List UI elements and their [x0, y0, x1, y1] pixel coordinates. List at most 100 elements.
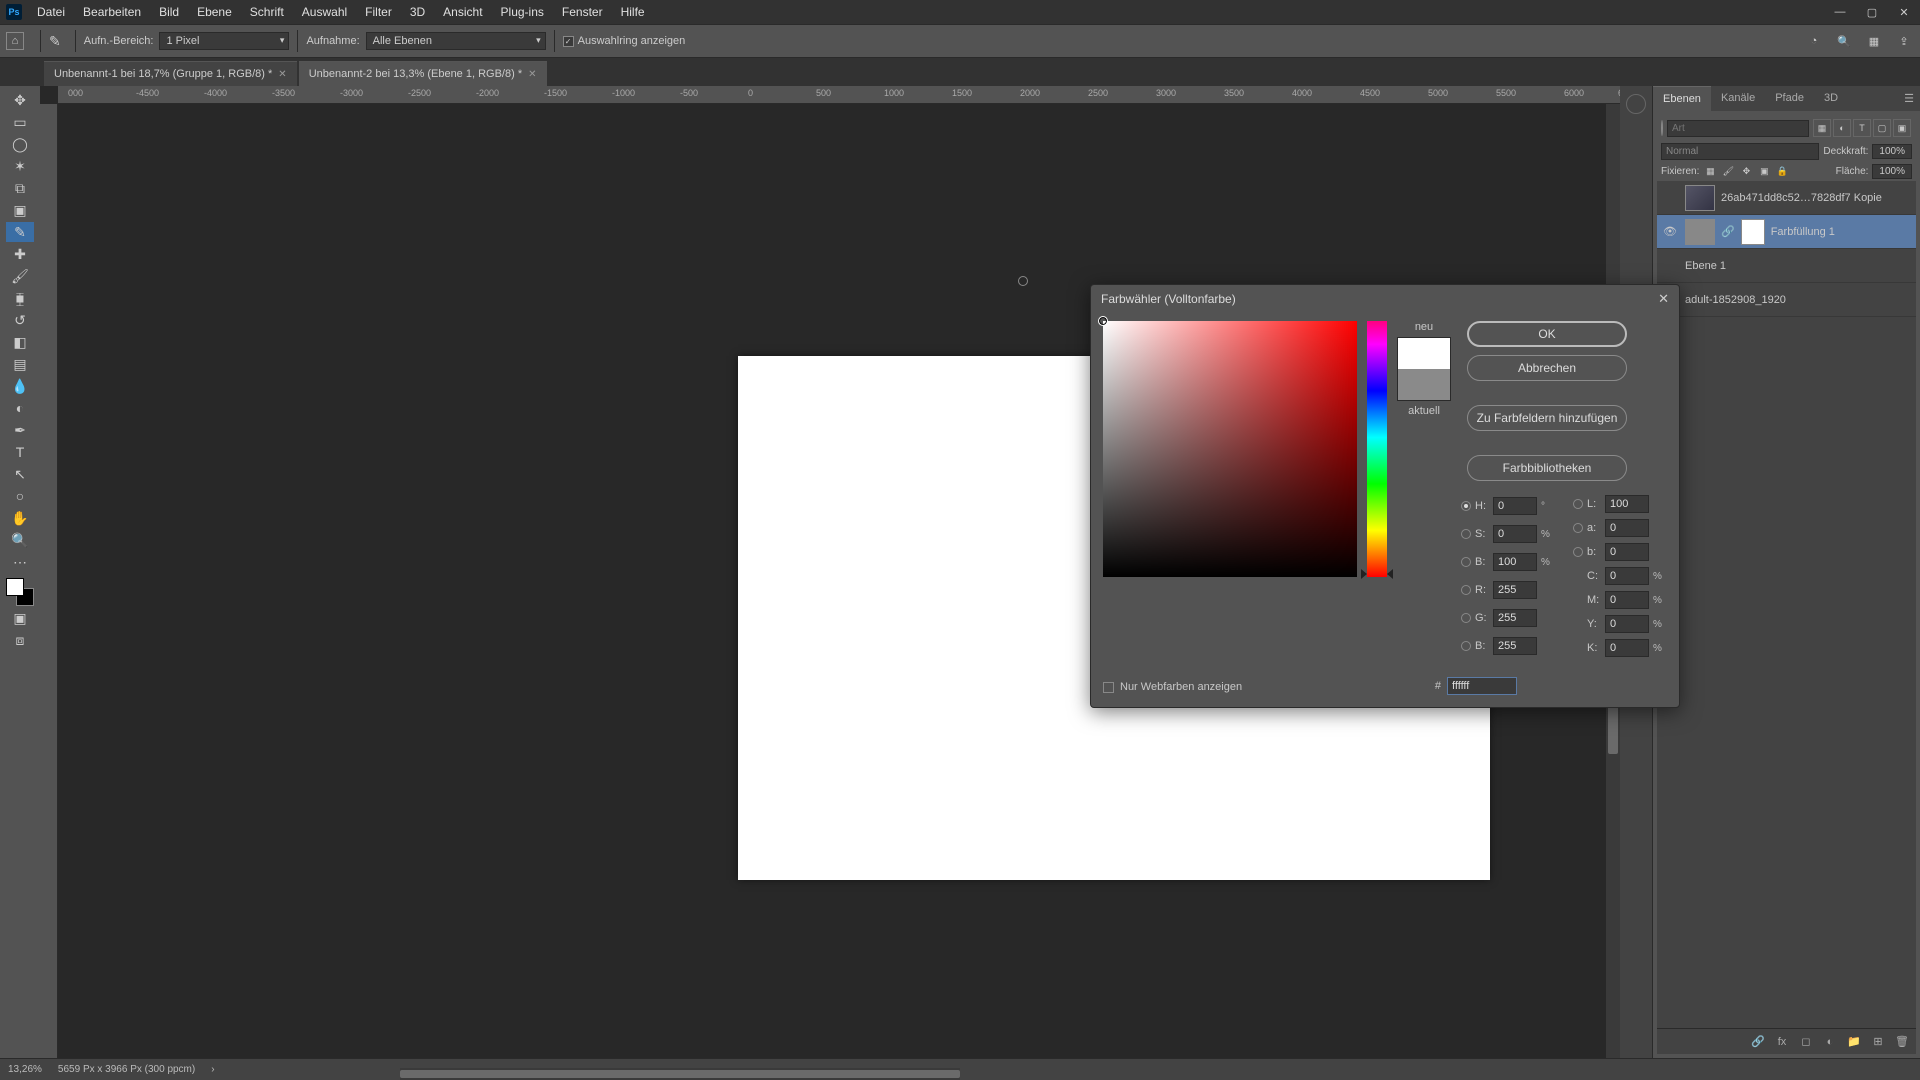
layer-name[interactable]: Ebene 1	[1685, 260, 1726, 272]
mask-icon[interactable]: ◻	[1798, 1034, 1814, 1050]
add-swatch-button[interactable]: Zu Farbfeldern hinzufügen	[1467, 405, 1627, 431]
layer-filter-input[interactable]	[1667, 120, 1809, 137]
l-input[interactable]	[1605, 495, 1649, 513]
color-preview[interactable]	[1397, 337, 1451, 401]
bv-input[interactable]	[1493, 553, 1537, 571]
layer-row[interactable]: Ebene 1	[1657, 249, 1916, 283]
menu-file[interactable]: Datei	[28, 5, 74, 19]
menu-help[interactable]: Hilfe	[612, 5, 654, 19]
tool-gradient[interactable]: ▤	[6, 354, 34, 374]
rgb-r-radio[interactable]	[1461, 585, 1471, 595]
lock-pixels-icon[interactable]: 🖌	[1721, 165, 1735, 179]
sample-size-select[interactable]: 1 Pixel	[159, 32, 289, 50]
filter-adjust-icon[interactable]: ◐	[1833, 119, 1851, 137]
tool-eyedropper[interactable]: ✎	[6, 222, 34, 242]
menu-filter[interactable]: Filter	[356, 5, 401, 19]
tool-frame[interactable]: ▣	[6, 200, 34, 220]
k-input[interactable]	[1605, 639, 1649, 657]
share-icon[interactable]: ⇪	[1894, 31, 1914, 51]
rgb-g-radio[interactable]	[1461, 613, 1471, 623]
menu-type[interactable]: Schrift	[241, 5, 293, 19]
color-swatches[interactable]	[6, 578, 34, 606]
g-input[interactable]	[1493, 609, 1537, 627]
a-input[interactable]	[1605, 519, 1649, 537]
tab-paths[interactable]: Pfade	[1765, 86, 1814, 111]
ruler-vertical[interactable]	[40, 104, 58, 1058]
close-window-button[interactable]: ✕	[1888, 0, 1920, 24]
tool-marquee[interactable]: ▭	[6, 112, 34, 132]
ok-button[interactable]: OK	[1467, 321, 1627, 347]
eyedropper-tool-icon[interactable]: ✎	[49, 33, 61, 50]
group-icon[interactable]: 📁	[1846, 1034, 1862, 1050]
document-info[interactable]: 5659 Px x 3966 Px (300 ppcm)	[58, 1064, 195, 1075]
bb-input[interactable]	[1493, 637, 1537, 655]
layer-name[interactable]: Farbfüllung 1	[1771, 226, 1835, 238]
s-input[interactable]	[1493, 525, 1537, 543]
fx-icon[interactable]: fx	[1774, 1034, 1790, 1050]
close-icon[interactable]: ✕	[528, 69, 536, 80]
tool-blur[interactable]: 💧	[6, 376, 34, 396]
tool-quickmask[interactable]: ▣	[6, 608, 34, 628]
rgb-b-radio[interactable]	[1461, 641, 1471, 651]
tool-screenmode[interactable]: ⧈	[6, 630, 34, 650]
link-layers-icon[interactable]: 🔗	[1750, 1034, 1766, 1050]
collapsed-panel-icon[interactable]	[1626, 94, 1646, 114]
workspace-icon[interactable]: ▦	[1864, 31, 1884, 51]
tool-shape[interactable]: ○	[6, 486, 34, 506]
blend-mode-select[interactable]: Normal	[1661, 143, 1819, 160]
filter-shape-icon[interactable]: ▢	[1873, 119, 1891, 137]
menu-layer[interactable]: Ebene	[188, 5, 241, 19]
c-input[interactable]	[1605, 567, 1649, 585]
layer-mask-thumbnail[interactable]	[1741, 219, 1765, 245]
tool-eraser[interactable]: ◧	[6, 332, 34, 352]
tool-path[interactable]: ↖	[6, 464, 34, 484]
menu-plugins[interactable]: Plug-ins	[492, 5, 553, 19]
lab-l-radio[interactable]	[1573, 499, 1583, 509]
lock-trans-icon[interactable]: ▦	[1703, 165, 1717, 179]
filter-smart-icon[interactable]: ▣	[1893, 119, 1911, 137]
saturation-value-field[interactable]	[1103, 321, 1357, 577]
opacity-value[interactable]: 100%	[1872, 144, 1912, 159]
menu-select[interactable]: Auswahl	[293, 5, 356, 19]
tab-channels[interactable]: Kanäle	[1711, 86, 1765, 111]
h-input[interactable]	[1493, 497, 1537, 515]
zoom-level[interactable]: 13,26%	[8, 1064, 42, 1075]
search-icon[interactable]	[1661, 120, 1663, 136]
menu-3d[interactable]: 3D	[401, 5, 434, 19]
visibility-toggle[interactable]	[1661, 189, 1679, 207]
lab-a-radio[interactable]	[1573, 523, 1583, 533]
layer-row[interactable]: 👁 🔗 Farbfüllung 1	[1657, 215, 1916, 249]
document-tab[interactable]: Unbenannt-2 bei 13,3% (Ebene 1, RGB/8) *…	[299, 61, 547, 86]
y-input[interactable]	[1605, 615, 1649, 633]
minimize-button[interactable]: —	[1824, 0, 1856, 24]
hsb-s-radio[interactable]	[1461, 529, 1471, 539]
panel-menu-icon[interactable]: ☰	[1898, 86, 1920, 111]
tab-layers[interactable]: Ebenen	[1653, 86, 1711, 111]
foreground-color[interactable]	[6, 578, 24, 596]
layer-thumbnail[interactable]	[1685, 219, 1715, 245]
filter-type-icon[interactable]: T	[1853, 119, 1871, 137]
current-color-swatch[interactable]	[1398, 369, 1450, 400]
hsb-b-radio[interactable]	[1461, 557, 1471, 567]
layer-thumbnail[interactable]	[1685, 185, 1715, 211]
sample-layers-select[interactable]: Alle Ebenen	[366, 32, 546, 50]
cancel-button[interactable]: Abbrechen	[1467, 355, 1627, 381]
cloud-icon[interactable]: ◔	[1804, 31, 1824, 51]
menu-view[interactable]: Ansicht	[434, 5, 491, 19]
visibility-toggle[interactable]	[1661, 257, 1679, 275]
tool-heal[interactable]: ✚	[6, 244, 34, 264]
tool-hand[interactable]: ✋	[6, 508, 34, 528]
status-chevron-icon[interactable]: ›	[211, 1064, 214, 1075]
new-layer-icon[interactable]: ⊞	[1870, 1034, 1886, 1050]
lab-b-radio[interactable]	[1573, 547, 1583, 557]
maximize-button[interactable]: ▢	[1856, 0, 1888, 24]
tool-zoom[interactable]: 🔍	[6, 530, 34, 550]
tool-lasso[interactable]: ◯	[6, 134, 34, 154]
tool-history[interactable]: ↺	[6, 310, 34, 330]
dialog-titlebar[interactable]: Farbwähler (Volltonfarbe) ✕	[1091, 285, 1679, 313]
lock-all-icon[interactable]: 🔒	[1775, 165, 1789, 179]
menu-edit[interactable]: Bearbeiten	[74, 5, 150, 19]
home-icon[interactable]: ⌂	[6, 32, 24, 50]
tool-pen[interactable]: ✒	[6, 420, 34, 440]
tool-dodge[interactable]: ◐	[6, 398, 34, 418]
